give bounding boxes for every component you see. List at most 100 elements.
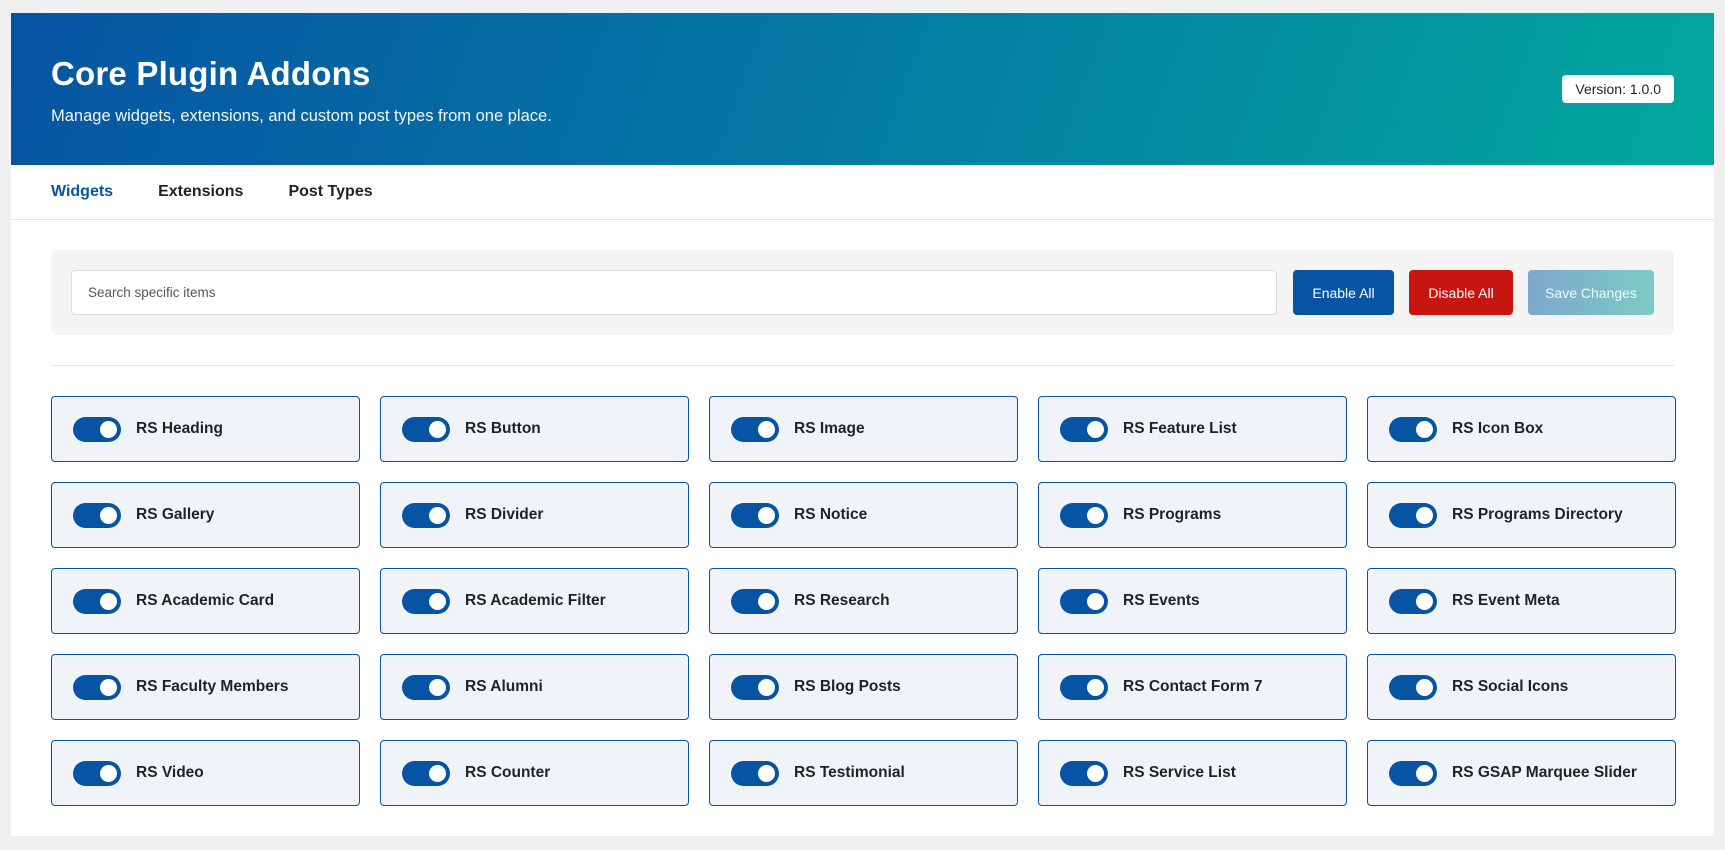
enable-all-button[interactable]: Enable All (1293, 270, 1394, 315)
toggle-knob (1416, 764, 1433, 782)
toggle-knob (1087, 506, 1104, 524)
widget-label: RS Programs (1123, 506, 1222, 523)
widget-toggle[interactable] (73, 502, 121, 528)
widget-toggle[interactable] (402, 760, 450, 786)
search-input[interactable] (71, 270, 1277, 315)
tab-widgets[interactable]: Widgets (51, 182, 113, 202)
toggle-knob (1416, 506, 1433, 524)
toggle-knob (1087, 678, 1104, 696)
widget-label: RS Service List (1123, 764, 1236, 781)
widget-card: RS Testimonial (709, 740, 1018, 806)
toggle-knob (1416, 592, 1433, 610)
widget-toggle[interactable] (73, 588, 121, 614)
widget-toggle[interactable] (731, 588, 779, 614)
toggle-knob (429, 592, 446, 610)
widget-toggle[interactable] (402, 502, 450, 528)
widget-toggle[interactable] (1060, 502, 1108, 528)
widget-label: RS Blog Posts (794, 678, 901, 695)
widget-toggle[interactable] (1389, 416, 1437, 442)
widget-label: RS Gallery (136, 506, 215, 523)
widget-toggle[interactable] (402, 416, 450, 442)
page-header: Core Plugin Addons Manage widgets, exten… (11, 13, 1714, 165)
widget-card: RS Icon Box (1367, 396, 1676, 462)
toolbar: Enable All Disable All Save Changes (51, 250, 1674, 335)
widget-card: RS Research (709, 568, 1018, 634)
widget-toggle[interactable] (73, 416, 121, 442)
toggle-knob (1416, 420, 1433, 438)
toggle-knob (100, 420, 117, 438)
toggle-knob (758, 506, 775, 524)
widget-grid: RS Heading RS Button RS Image RS Feature… (51, 396, 1676, 806)
widget-card: RS Programs (1038, 482, 1347, 548)
toggle-knob (429, 506, 446, 524)
widget-toggle[interactable] (402, 674, 450, 700)
tab-content: Enable All Disable All Save Changes RS H… (11, 220, 1714, 806)
widget-toggle[interactable] (1389, 502, 1437, 528)
widget-card: RS Events (1038, 568, 1347, 634)
toggle-knob (758, 420, 775, 438)
divider (51, 365, 1674, 366)
widget-card: RS Blog Posts (709, 654, 1018, 720)
widget-label: RS Academic Filter (465, 592, 606, 609)
widget-toggle[interactable] (1389, 674, 1437, 700)
widget-label: RS Notice (794, 506, 868, 523)
widget-toggle[interactable] (731, 416, 779, 442)
widget-card: RS Academic Filter (380, 568, 689, 634)
widget-card: RS Feature List (1038, 396, 1347, 462)
widget-toggle[interactable] (1060, 588, 1108, 614)
widget-label: RS Video (136, 764, 204, 781)
widget-label: RS Social Icons (1452, 678, 1569, 695)
save-changes-button[interactable]: Save Changes (1528, 270, 1654, 315)
disable-all-button[interactable]: Disable All (1409, 270, 1513, 315)
toggle-knob (1416, 678, 1433, 696)
widget-toggle[interactable] (1060, 760, 1108, 786)
toggle-knob (758, 764, 775, 782)
widget-toggle[interactable] (731, 760, 779, 786)
widget-card: RS Heading (51, 396, 360, 462)
widget-label: RS Contact Form 7 (1123, 678, 1263, 695)
toggle-knob (758, 678, 775, 696)
page-subtitle: Manage widgets, extensions, and custom p… (51, 107, 552, 125)
widget-card: RS Button (380, 396, 689, 462)
tab-post-types[interactable]: Post Types (288, 182, 372, 202)
widget-label: RS Testimonial (794, 764, 905, 781)
widget-card: RS Service List (1038, 740, 1347, 806)
widget-toggle[interactable] (73, 760, 121, 786)
widget-card: RS Contact Form 7 (1038, 654, 1347, 720)
widget-label: RS Icon Box (1452, 420, 1544, 437)
widget-toggle[interactable] (1389, 588, 1437, 614)
widget-card: RS Divider (380, 482, 689, 548)
widget-label: RS Events (1123, 592, 1200, 609)
widget-label: RS GSAP Marquee Slider (1452, 764, 1637, 781)
toggle-knob (100, 506, 117, 524)
widget-label: RS Heading (136, 420, 223, 437)
widget-label: RS Button (465, 420, 541, 437)
widget-toggle[interactable] (1060, 416, 1108, 442)
toggle-knob (429, 420, 446, 438)
widget-toggle[interactable] (731, 502, 779, 528)
widget-card: RS Programs Directory (1367, 482, 1676, 548)
tab-bar: Widgets Extensions Post Types (11, 165, 1714, 220)
toggle-knob (100, 678, 117, 696)
widget-label: RS Faculty Members (136, 678, 289, 695)
widget-label: RS Alumni (465, 678, 543, 695)
widget-toggle[interactable] (1060, 674, 1108, 700)
widget-card: RS Gallery (51, 482, 360, 548)
widget-label: RS Counter (465, 764, 551, 781)
widget-card: RS Counter (380, 740, 689, 806)
tab-extensions[interactable]: Extensions (158, 182, 243, 202)
toggle-knob (1087, 764, 1104, 782)
widget-label: RS Feature List (1123, 420, 1237, 437)
widget-card: RS GSAP Marquee Slider (1367, 740, 1676, 806)
widget-toggle[interactable] (731, 674, 779, 700)
widget-card: RS Video (51, 740, 360, 806)
widget-card: RS Alumni (380, 654, 689, 720)
widget-toggle[interactable] (1389, 760, 1437, 786)
widget-label: RS Event Meta (1452, 592, 1560, 609)
widget-card: RS Social Icons (1367, 654, 1676, 720)
widget-card: RS Image (709, 396, 1018, 462)
widget-toggle[interactable] (73, 674, 121, 700)
widget-toggle[interactable] (402, 588, 450, 614)
toggle-knob (1087, 592, 1104, 610)
page-title: Core Plugin Addons (51, 55, 371, 92)
